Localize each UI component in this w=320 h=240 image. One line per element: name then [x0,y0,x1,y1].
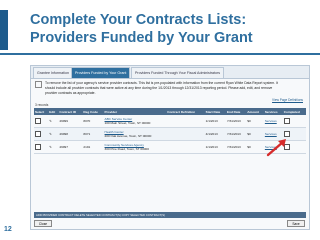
red-arrow-icon [266,139,286,157]
col-select: Select [34,108,49,115]
tab-grantee-information[interactable]: Grantee Information [33,67,73,78]
completed-checkbox[interactable] [283,117,290,124]
contract-id: 49997 [58,140,83,154]
provider-address: 100 Main Street, Town, ST 00000 [104,121,151,125]
title-line-1: Complete Your Contracts Lists: [30,12,247,28]
instruction-line-3: provider contracts as appropriate. [45,91,96,95]
amount: $0 [246,115,264,128]
contract-definition [166,140,205,154]
start-date: 1/1/2013 [204,115,226,128]
col-services[interactable]: Services [263,108,283,115]
col-end-date[interactable]: End Date [225,108,247,115]
select-checkbox[interactable] [35,117,41,124]
col-amount[interactable]: Amount [246,108,264,115]
tab-bar: Grantee Information Providers Funded by … [31,66,309,79]
contract-definition [166,115,205,128]
col-contract-id[interactable]: Contract ID [58,108,83,115]
col-reg-code[interactable]: Reg Code [82,108,104,115]
info-checkbox-icon [35,81,42,88]
amount: $0 [246,140,264,154]
tab-providers-funded-by-grant[interactable]: Providers Funded by Your Grant [71,67,131,78]
instructions: To remove the list of your agency's serv… [35,81,301,96]
end-date: 7/31/2013 [225,115,247,128]
contract-definition [166,127,205,141]
bottom-action-bar[interactable]: ADD PROVIDER CONTRACT DELETE SELECTED CO… [34,212,306,218]
start-date: 4/1/2013 [204,127,226,141]
edit-icon[interactable]: ✎ [49,145,52,149]
title-accent-bar [0,10,8,50]
select-checkbox[interactable] [35,143,41,150]
start-date: 1/1/2013 [204,140,226,154]
reg-code: 8070 [82,115,104,128]
tab-providers-funded-through-fiscal[interactable]: Providers Funded Through Your Fiscal Adm… [131,67,225,78]
table-row: ✎ 49999 8070 ABC Service Center 100 Main … [34,115,306,128]
services-link[interactable]: Services [263,115,283,128]
contract-id: 49998 [58,127,83,141]
col-contract-definition[interactable]: Contract Definition [166,108,205,115]
end-date: 7/31/2013 [225,140,247,154]
slide-title: Complete Your Contracts Lists: Providers… [30,11,315,47]
col-start-date[interactable]: Start Date [204,108,226,115]
col-edit: Edit [48,108,59,115]
record-count: 3 records [35,103,49,107]
col-provider[interactable]: Provider [103,108,167,115]
save-button[interactable]: Save [287,220,305,227]
select-checkbox[interactable] [35,130,41,137]
provider-address: 200 Oak Avenue, Town, ST 00000 [104,134,152,138]
page-number: 12 [4,226,12,233]
provider-address: 300 Pine Road, Town, ST 00000 [104,147,149,151]
edit-icon[interactable]: ✎ [49,132,52,136]
contract-id: 49999 [58,115,83,128]
table-header-row: Select Edit Contract ID Reg Code Provide… [34,108,306,115]
view-page-definitions-link[interactable]: View Page Definitions [272,98,303,102]
reg-code: 8071 [82,127,104,141]
title-divider [0,53,320,55]
edit-icon[interactable]: ✎ [49,119,52,123]
reg-code: 2191 [82,140,104,154]
close-button[interactable]: Close [34,220,52,227]
completed-checkbox[interactable] [283,130,290,137]
col-completed[interactable]: Completed [282,108,306,115]
title-line-2: Providers Funded by Your Grant [30,30,253,46]
end-date: 7/31/2013 [225,127,247,141]
amount: $0 [246,127,264,141]
